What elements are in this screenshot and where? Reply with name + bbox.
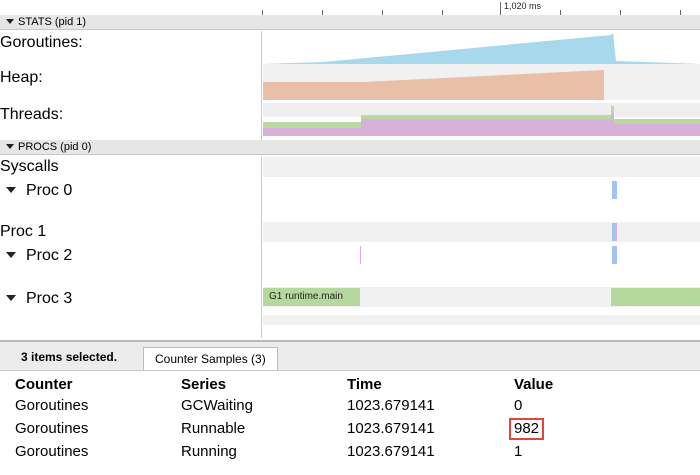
row-label-proc1: Proc 1 (0, 222, 262, 242)
cell-time: 1023.679141 (347, 397, 435, 414)
column-header-value[interactable]: Value (514, 374, 700, 394)
table-row[interactable]: Goroutines Running 1023.679141 1 (0, 440, 700, 463)
table-row[interactable]: Goroutines Runnable 1023.679141 982 (0, 417, 700, 440)
proc3-slice[interactable] (611, 288, 700, 306)
row-label-heap: Heap: (0, 64, 262, 100)
stats-group-title: STATS (pid 1) (18, 16, 87, 28)
cell-value: 0 (514, 397, 523, 414)
collapse-triangle-icon[interactable] (6, 144, 14, 150)
row-label-proc3[interactable]: Proc 3 (0, 287, 262, 338)
threads-label: Threads: (0, 106, 64, 123)
collapse-triangle-icon[interactable] (6, 19, 14, 25)
table-row[interactable]: Goroutines GCWaiting 1023.679141 0 (0, 394, 700, 417)
proc2-track[interactable] (263, 242, 700, 287)
procs-group-title: PROCS (pid 0) (18, 141, 92, 153)
threads-bg-band (263, 103, 700, 117)
time-ruler[interactable]: 1,020 ms (262, 0, 700, 16)
syscalls-track[interactable] (263, 157, 700, 177)
threads-purple-seg[interactable] (361, 119, 611, 136)
selection-count: 3 items selected. (21, 350, 118, 364)
cell-value-highlighted: 982 (509, 417, 700, 440)
cell-series: Running (181, 443, 237, 460)
table-header-row: Counter Series Time Value (0, 374, 700, 394)
row-label-proc2[interactable]: Proc 2 (0, 242, 262, 287)
stats-group-header[interactable]: STATS (pid 1) (0, 15, 700, 30)
column-header-series[interactable]: Series (181, 374, 347, 394)
proc3-label: Proc 3 (26, 290, 73, 307)
row-label-syscalls: Syscalls (0, 157, 262, 177)
proc0-label: Proc 0 (26, 182, 73, 199)
expand-triangle-icon[interactable] (6, 251, 16, 258)
counter-samples-table: Counter Series Time Value Goroutines GCW… (0, 374, 700, 463)
proc2-label: Proc 2 (26, 247, 73, 264)
proc3-sub-band (263, 315, 700, 325)
threads-purple-seg[interactable] (614, 124, 700, 136)
goroutines-track[interactable] (263, 31, 700, 64)
goroutines-area[interactable] (263, 33, 700, 64)
cell-time: 1023.679141 (347, 420, 435, 437)
row-label-proc0[interactable]: Proc 0 (0, 177, 262, 222)
cell-time: 1023.679141 (347, 443, 435, 460)
threads-green-seg[interactable] (614, 119, 700, 124)
proc2-slice[interactable] (360, 246, 361, 264)
threads-green-seg[interactable] (263, 122, 361, 128)
procs-group-header[interactable]: PROCS (pid 0) (0, 140, 700, 155)
proc1-track[interactable] (263, 222, 700, 242)
cell-series: Runnable (181, 420, 246, 437)
threads-green-seg[interactable] (361, 115, 611, 119)
row-label-goroutines: Goroutines: (0, 31, 262, 64)
ruler-spacer (0, 0, 263, 16)
threads-track[interactable] (263, 100, 700, 140)
cell-series: GCWaiting (181, 397, 253, 414)
heap-area[interactable] (263, 70, 604, 100)
expand-triangle-icon[interactable] (6, 294, 16, 301)
proc3-track[interactable]: G1 runtime.main (263, 287, 700, 338)
proc0-track[interactable] (263, 177, 700, 222)
heap-track[interactable] (263, 64, 700, 100)
proc3-main-slice[interactable]: G1 runtime.main (263, 288, 360, 306)
proc1-label: Proc 1 (0, 223, 47, 240)
syscalls-label: Syscalls (0, 158, 59, 175)
threads-purple-spike[interactable] (611, 114, 614, 136)
column-header-time[interactable]: Time (347, 374, 514, 394)
row-label-threads: Threads: (0, 100, 262, 140)
cell-counter: Goroutines (15, 397, 89, 414)
expand-triangle-icon[interactable] (6, 186, 16, 193)
heap-label: Heap: (0, 69, 43, 86)
goroutines-counter[interactable] (263, 31, 700, 64)
cell-counter: Goroutines (15, 443, 89, 460)
proc1-slice[interactable] (615, 223, 617, 241)
tab-counter-samples[interactable]: Counter Samples (3) (143, 347, 278, 370)
threads-purple-seg[interactable] (263, 128, 361, 136)
cell-value: 1 (514, 443, 523, 460)
threads-counter[interactable] (263, 100, 700, 140)
goroutines-label: Goroutines: (0, 34, 83, 51)
highlighted-value: 982 (509, 417, 545, 440)
cell-counter: Goroutines (15, 420, 89, 437)
analysis-tabbar: 3 items selected. Counter Samples (3) (0, 342, 700, 371)
proc3-main-slice-label: G1 runtime.main (269, 291, 343, 302)
proc0-syscall-slice[interactable] (612, 181, 617, 199)
ruler-label: 1,020 ms (504, 1, 542, 11)
proc2-slice[interactable] (612, 246, 617, 264)
ruler-major-tick (500, 2, 501, 15)
heap-counter[interactable] (263, 64, 700, 100)
column-header-counter[interactable]: Counter (0, 374, 181, 394)
